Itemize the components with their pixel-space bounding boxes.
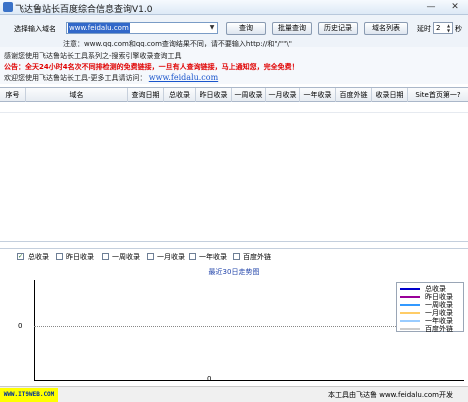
grid-header: 序号 域名 查询日期 总收录 昨日收录 一周收录 一月收录 一年收录 百度外链 …: [0, 88, 468, 102]
col-index-date[interactable]: 收录日期: [372, 88, 408, 102]
app-icon: [3, 2, 13, 12]
filter-label[interactable]: 百度外链: [243, 252, 271, 262]
col-domain[interactable]: 域名: [26, 88, 128, 102]
divider: [0, 248, 468, 249]
legend-item: 总收录: [397, 285, 465, 293]
col-month[interactable]: 一月收录: [266, 88, 300, 102]
filter-label[interactable]: 一周收录: [112, 252, 140, 262]
legend-swatch: [400, 304, 420, 306]
legend-swatch: [400, 288, 420, 290]
chart-zero-gridline: [34, 326, 396, 327]
delay-unit: 秒: [455, 25, 462, 33]
filter-checkbox-total[interactable]: ✓: [17, 253, 24, 260]
col-index[interactable]: 序号: [0, 88, 26, 102]
y-tick-label: 0: [18, 322, 23, 330]
legend-item: 昨日收录: [397, 293, 465, 301]
filter-checkbox-month[interactable]: [147, 253, 154, 260]
legend-label: 百度外链: [425, 325, 453, 333]
visit-line: 欢迎您使用飞达鲁站长工具-更多工具请访问： www.feidalu.com: [4, 73, 218, 83]
filter-checkbox-year[interactable]: [189, 253, 196, 260]
col-week[interactable]: 一周收录: [232, 88, 266, 102]
results-grid[interactable]: 序号 域名 查询日期 总收录 昨日收录 一周收录 一月收录 一年收录 百度外链 …: [0, 87, 468, 240]
history-button[interactable]: 历史记录: [318, 22, 358, 35]
col-year[interactable]: 一年收录: [300, 88, 336, 102]
chart-legend: 总收录 昨日收录 一周收录 一月收录 一年收录 百度外链: [396, 282, 465, 333]
announcement-line: 公告：全天24小时4名次不同排检测的免费链接，一旦有人查询链接，马上通知您，完全…: [4, 63, 299, 71]
chart-filter-bar: ✓ 总收录 昨日收录 一周收录 一月收录 一年收录 百度外链: [0, 250, 468, 264]
developer-credit: 本工具由飞达鲁 www.feidalu.com开发: [328, 391, 453, 399]
title-bar: 飞达鲁站长百度综合信息查询V1.0 — ✕: [0, 0, 468, 15]
spin-arrows-icon[interactable]: ▲ ▼: [445, 23, 452, 33]
chart-y-axis: [34, 280, 35, 380]
divider: [0, 241, 468, 242]
domain-label: 选择输入域名: [14, 25, 56, 33]
filter-checkbox-yesterday[interactable]: [56, 253, 63, 260]
legend-swatch: [400, 320, 420, 322]
chart-title: 最近30日走势图: [208, 268, 260, 276]
close-icon[interactable]: ✕: [448, 1, 462, 13]
minimize-icon[interactable]: —: [424, 1, 438, 13]
status-bar: WWW.IT9WEB.COM 本工具由飞达鲁 www.feidalu.com开发: [0, 386, 468, 402]
welcome-line: 感谢您使用飞达鲁站长工具系列之-搜索引擎收录查询工具: [4, 52, 182, 60]
legend-swatch: [400, 296, 420, 298]
delay-value[interactable]: 2: [436, 24, 440, 32]
legend-swatch: [400, 328, 420, 330]
legend-item: 一年收录: [397, 317, 465, 325]
chevron-down-icon[interactable]: ▼: [207, 23, 217, 33]
trend-chart: 最近30日走势图 0 0 总收录 昨日收录 一周收录 一月收录 一年收录 百度外…: [0, 264, 468, 386]
window-title: 飞达鲁站长百度综合信息查询V1.0: [15, 5, 153, 15]
filter-checkbox-baidu-links[interactable]: [233, 253, 240, 260]
col-total[interactable]: 总收录: [164, 88, 196, 102]
domain-list-button[interactable]: 域名列表: [364, 22, 408, 35]
legend-item: 百度外链: [397, 325, 465, 333]
filter-label[interactable]: 一月收录: [157, 252, 185, 262]
filter-label[interactable]: 昨日收录: [66, 252, 94, 262]
col-baidu-links[interactable]: 百度外链: [336, 88, 372, 102]
x-tick-label: 0: [207, 375, 212, 383]
info-panel: 感谢您使用飞达鲁站长工具系列之-搜索引擎收录查询工具 公告：全天24小时4名次不…: [0, 47, 468, 84]
filter-label[interactable]: 总收录: [28, 252, 49, 262]
legend-item: 一月收录: [397, 309, 465, 317]
legend-item: 一周收录: [397, 301, 465, 309]
col-query-date[interactable]: 查询日期: [128, 88, 164, 102]
legend-swatch: [400, 312, 420, 314]
domain-input-value[interactable]: www.feidalu.com: [68, 23, 130, 33]
website-link[interactable]: www.feidalu.com: [149, 73, 218, 82]
col-yesterday[interactable]: 昨日收录: [196, 88, 232, 102]
filter-checkbox-week[interactable]: [102, 253, 109, 260]
query-button[interactable]: 查询: [226, 22, 266, 35]
site-logo: WWW.IT9WEB.COM: [0, 388, 58, 402]
delay-stepper[interactable]: 2 ▲ ▼: [433, 22, 453, 34]
filter-label[interactable]: 一年收录: [199, 252, 227, 262]
batch-query-button[interactable]: 批量查询: [272, 22, 312, 35]
chart-x-axis: [34, 380, 464, 381]
delay-label: 延时: [417, 25, 431, 33]
domain-combobox[interactable]: www.feidalu.com ▼: [66, 22, 218, 34]
visit-prefix: 欢迎您使用飞达鲁站长工具-更多工具请访问：: [4, 74, 147, 82]
grid-empty-row: [0, 102, 468, 113]
col-site-first[interactable]: Site首页第一?: [408, 88, 468, 102]
